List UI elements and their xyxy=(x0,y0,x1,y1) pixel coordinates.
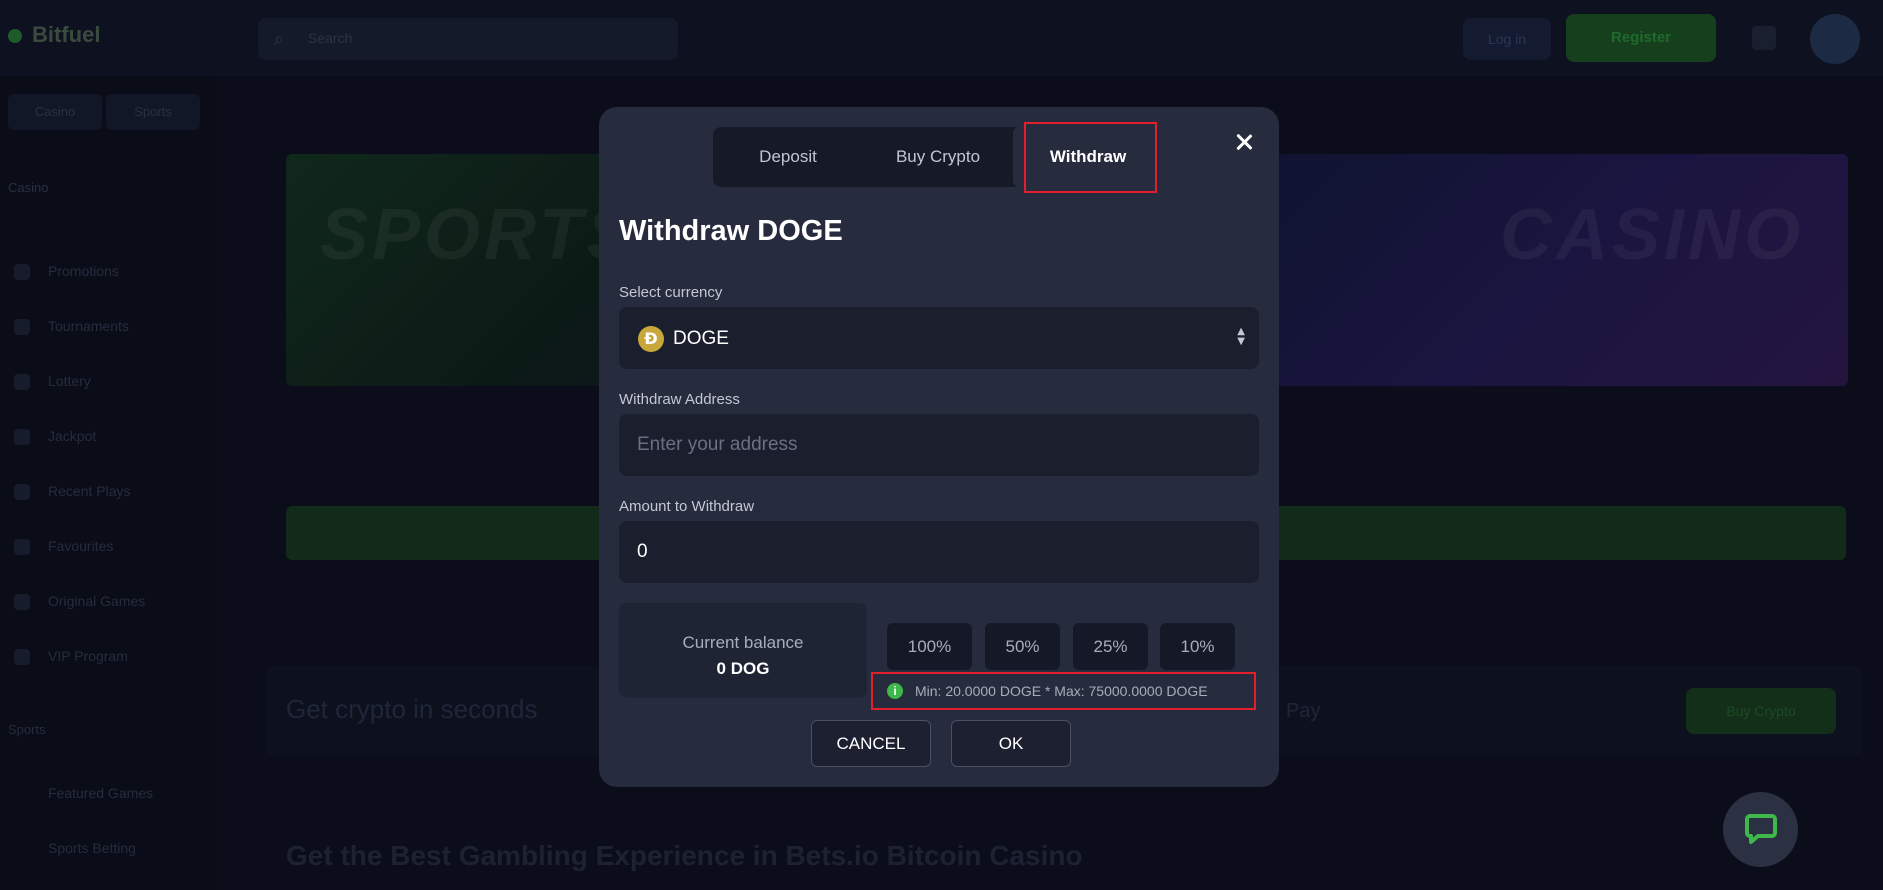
withdraw-address-input[interactable] xyxy=(619,414,1259,476)
balance-title: Current balance xyxy=(682,633,804,652)
tab-buy-crypto[interactable]: Buy Crypto xyxy=(863,127,1013,187)
chat-button[interactable] xyxy=(1723,792,1798,867)
cancel-button[interactable]: CANCEL xyxy=(811,720,931,767)
withdraw-limits: i Min: 20.0000 DOGE * Max: 75000.0000 DO… xyxy=(871,672,1256,710)
tab-deposit[interactable]: Deposit xyxy=(713,127,863,187)
percent-50-button[interactable]: 50% xyxy=(985,623,1060,670)
search-icon: ⌕ xyxy=(274,29,285,49)
percent-10-button[interactable]: 10% xyxy=(1160,623,1235,670)
current-balance-box: Current balance 0 DOG xyxy=(619,603,867,698)
chat-icon xyxy=(1745,814,1777,844)
top-bar: Bitfuel ⌕ Search Log in Register xyxy=(0,0,1883,76)
currency-select[interactable]: Ð DOGE ▲ ▼ xyxy=(619,307,1259,369)
search-input: ⌕ Search xyxy=(258,18,678,60)
modal-title: Withdraw DOGE xyxy=(619,215,843,247)
login-button: Log in xyxy=(1463,18,1551,60)
sidebar-item: Sports Betting xyxy=(48,840,136,856)
address-field-wrapper xyxy=(619,414,1259,476)
sidebar-heading: Casino xyxy=(8,180,49,195)
sidebar-item: Jackpot xyxy=(8,409,208,464)
close-icon[interactable] xyxy=(1229,127,1259,157)
sidebar-heading: Sports xyxy=(8,722,46,737)
sidebar-tab-sports: Sports xyxy=(106,94,200,130)
sidebar-tab-casino: Casino xyxy=(8,94,102,130)
withdraw-tab-highlight xyxy=(1024,122,1157,193)
wallet-modal: Deposit Buy Crypto Withdraw Withdraw DOG… xyxy=(599,107,1279,787)
sidebar-item: Featured Games xyxy=(48,785,154,801)
sidebar-item: Original Games xyxy=(8,574,208,629)
currency-label: Select currency xyxy=(619,284,723,301)
percent-25-button[interactable]: 25% xyxy=(1073,623,1148,670)
buy-crypto-button: Buy Crypto xyxy=(1686,688,1836,734)
casino-banner: CASINO xyxy=(1270,154,1848,386)
logo: Bitfuel xyxy=(8,22,100,48)
select-arrows-icon: ▲ ▼ xyxy=(1237,326,1245,347)
amount-field-wrapper xyxy=(619,521,1259,583)
info-icon: i xyxy=(887,683,903,699)
section-heading: Get the Best Gambling Experience in Bets… xyxy=(286,840,1083,871)
sidebar: Casino Sports Casino Promotions Tournamen… xyxy=(0,76,218,890)
notification-icon xyxy=(1752,26,1776,50)
percent-100-button[interactable]: 100% xyxy=(887,623,972,670)
sidebar-item: Promotions xyxy=(8,244,208,299)
avatar xyxy=(1810,14,1860,64)
address-label: Withdraw Address xyxy=(619,391,740,408)
withdraw-amount-input[interactable] xyxy=(619,521,1259,583)
balance-value: 0 DOG xyxy=(716,659,770,678)
currency-value: DOGE xyxy=(673,328,729,349)
sidebar-item: Favourites xyxy=(8,519,208,574)
sidebar-item: VIP Program xyxy=(8,629,208,684)
sidebar-item: Tournaments xyxy=(8,299,208,354)
doge-coin-icon: Ð xyxy=(638,326,664,352)
limits-text: Min: 20.0000 DOGE * Max: 75000.0000 DOGE xyxy=(915,683,1208,699)
sidebar-item: Lottery xyxy=(8,354,208,409)
register-button: Register xyxy=(1566,14,1716,62)
ok-button[interactable]: OK xyxy=(951,720,1071,767)
amount-label: Amount to Withdraw xyxy=(619,498,755,515)
sidebar-item: Recent Plays xyxy=(8,464,208,519)
